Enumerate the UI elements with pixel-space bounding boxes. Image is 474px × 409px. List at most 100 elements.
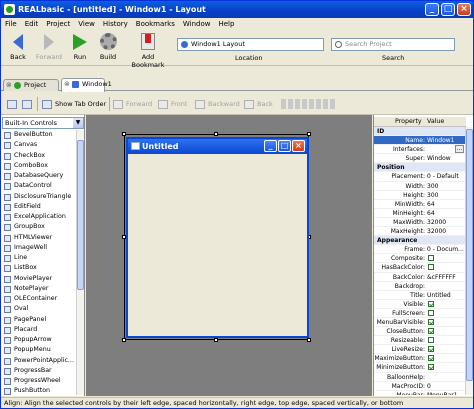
property-row[interactable]: MaxHeight: 32000 bbox=[374, 227, 466, 237]
property-row[interactable]: MaximizeButton: bbox=[374, 354, 466, 364]
property-section-id[interactable]: ID bbox=[374, 127, 466, 137]
checkbox[interactable] bbox=[428, 355, 434, 362]
property-row[interactable]: CloseButton: bbox=[374, 327, 466, 337]
control-item[interactable]: DatabaseQuery bbox=[2, 171, 76, 181]
checkbox[interactable] bbox=[428, 300, 434, 307]
control-item[interactable]: ImageWell bbox=[2, 243, 76, 253]
checkbox[interactable] bbox=[428, 346, 434, 353]
back-button[interactable]: Back bbox=[7, 33, 29, 61]
control-item[interactable]: Placard bbox=[2, 325, 76, 335]
control-item[interactable]: GroupBox bbox=[2, 222, 76, 232]
tab-window1[interactable]: ⊗ Window1 bbox=[61, 78, 112, 92]
control-item[interactable]: ListBox bbox=[2, 263, 76, 273]
control-item[interactable]: BevelButton bbox=[2, 130, 76, 140]
forward-button[interactable]: Forward bbox=[33, 33, 65, 61]
control-item[interactable]: MoviePlayer bbox=[2, 274, 76, 284]
control-item[interactable]: PopupArrow bbox=[2, 335, 76, 345]
control-item[interactable]: PushButton bbox=[2, 386, 76, 395]
control-item[interactable]: PowerPointApplic... bbox=[2, 356, 76, 366]
control-item[interactable]: HTMLViewer bbox=[2, 233, 76, 243]
menu-project[interactable]: Project bbox=[42, 18, 74, 30]
send-backward-button[interactable]: Backward bbox=[194, 98, 240, 110]
property-value[interactable]: 64 bbox=[427, 209, 465, 218]
menu-window[interactable]: Window bbox=[179, 18, 215, 30]
property-row[interactable]: MacProcID: 0 bbox=[374, 382, 466, 391]
property-value[interactable]: 0 - Docum... bbox=[427, 245, 465, 254]
menu-edit[interactable]: Edit bbox=[21, 18, 43, 30]
property-row[interactable]: MaxWidth: 32000 bbox=[374, 218, 466, 228]
tab-close-icon[interactable]: ⊗ bbox=[6, 80, 12, 91]
checkbox[interactable] bbox=[428, 264, 434, 271]
property-value[interactable]: &cFFFFFF bbox=[427, 273, 465, 282]
title-bar[interactable]: REALbasic - [untitled] - Window1 - Layou… bbox=[1, 1, 473, 18]
property-value[interactable]: 32000 bbox=[427, 218, 465, 227]
add-bookmark-button[interactable]: Add Bookmark bbox=[125, 33, 171, 69]
controls-dropdown[interactable]: Built-In Controls ▼ bbox=[2, 117, 84, 129]
menu-help[interactable]: Help bbox=[214, 18, 238, 30]
bring-front-button[interactable]: Front bbox=[157, 98, 187, 110]
resize-handle[interactable] bbox=[122, 338, 126, 342]
minimize-button[interactable]: _ bbox=[425, 3, 439, 16]
property-row[interactable]: FullScreen: bbox=[374, 309, 466, 318]
tab-project[interactable]: ⊗ Project bbox=[3, 79, 59, 91]
menu-history[interactable]: History bbox=[99, 18, 132, 30]
property-row[interactable]: Height: 300 bbox=[374, 191, 466, 200]
property-row[interactable]: MinimizeButton: bbox=[374, 363, 466, 373]
property-row[interactable]: LiveResize: bbox=[374, 345, 466, 355]
run-button[interactable]: Run bbox=[71, 33, 89, 61]
location-field[interactable]: Window1 Layout bbox=[177, 38, 324, 51]
property-row[interactable]: Name: Window1 bbox=[374, 136, 466, 146]
control-item[interactable]: Canvas bbox=[2, 140, 76, 150]
property-row[interactable]: BackColor: &cFFFFFF bbox=[374, 273, 466, 282]
checkbox[interactable] bbox=[428, 318, 434, 325]
maximize-button[interactable]: □ bbox=[441, 3, 455, 16]
ellipsis-button[interactable]: ... bbox=[455, 145, 464, 154]
checkbox[interactable] bbox=[428, 328, 434, 335]
menu-bookmarks[interactable]: Bookmarks bbox=[132, 18, 179, 30]
control-item[interactable]: CheckBox bbox=[2, 151, 76, 161]
checkbox[interactable] bbox=[428, 337, 434, 344]
property-row[interactable]: MenuBar:MenuBar1 bbox=[374, 391, 466, 395]
property-row[interactable]: Super: Window bbox=[374, 154, 466, 164]
properties-scrollbar[interactable] bbox=[465, 127, 473, 395]
property-row[interactable]: HasBackColor: bbox=[374, 263, 466, 273]
tab-close-icon[interactable]: ⊗ bbox=[64, 79, 70, 90]
property-row[interactable]: Composite: bbox=[374, 254, 466, 264]
checkbox[interactable] bbox=[428, 309, 434, 316]
scroll-thumb[interactable] bbox=[466, 129, 473, 381]
chevron-down-icon[interactable]: ▼ bbox=[73, 118, 83, 128]
property-row[interactable]: MinWidth: 64 bbox=[374, 200, 466, 209]
form-window[interactable]: Untitled _ □ × bbox=[126, 137, 309, 338]
property-row[interactable]: Width: 300 bbox=[374, 182, 466, 191]
control-item[interactable]: PopupMenu bbox=[2, 345, 76, 355]
property-value[interactable]: 0 - Default bbox=[427, 172, 465, 181]
control-item[interactable]: DisclosureTriangle bbox=[2, 192, 76, 202]
property-value[interactable]: Window1 bbox=[427, 136, 465, 145]
checkbox[interactable] bbox=[428, 364, 434, 371]
close-button[interactable]: × bbox=[457, 3, 471, 16]
bring-forward-button[interactable]: Forward bbox=[112, 98, 152, 110]
property-value[interactable]: 0 bbox=[427, 382, 465, 391]
property-value[interactable]: 64 bbox=[427, 200, 465, 209]
property-value[interactable]: Window bbox=[427, 154, 465, 163]
control-item[interactable]: ProgressBar bbox=[2, 366, 76, 376]
property-row[interactable]: Frame: 0 - Docum... bbox=[374, 245, 466, 255]
control-item[interactable]: NotePlayer bbox=[2, 284, 76, 294]
property-row[interactable]: MinHeight: 64 bbox=[374, 209, 466, 218]
property-row[interactable]: Placement: 0 - Default bbox=[374, 172, 466, 182]
control-item[interactable]: OLEContainer bbox=[2, 294, 76, 304]
scroll-thumb[interactable] bbox=[77, 140, 84, 290]
property-row[interactable]: BalloonHelp: bbox=[374, 373, 466, 382]
control-item[interactable]: DataControl bbox=[2, 181, 76, 191]
resize-handle[interactable] bbox=[214, 338, 218, 342]
control-item[interactable]: ExcelApplication bbox=[2, 212, 76, 222]
property-row[interactable]: Interfaces:... bbox=[374, 145, 466, 155]
show-tab-order-button[interactable]: Show Tab Order bbox=[41, 98, 106, 110]
build-button[interactable]: Build bbox=[97, 33, 119, 61]
property-row[interactable]: MenuBarVisible: bbox=[374, 318, 466, 328]
property-section-appearance[interactable]: Appearance bbox=[374, 236, 466, 246]
search-input[interactable]: Search Project bbox=[331, 38, 455, 51]
checkbox[interactable] bbox=[428, 255, 434, 262]
control-item[interactable]: PagePanel bbox=[2, 315, 76, 325]
control-item[interactable]: ComboBox bbox=[2, 161, 76, 171]
